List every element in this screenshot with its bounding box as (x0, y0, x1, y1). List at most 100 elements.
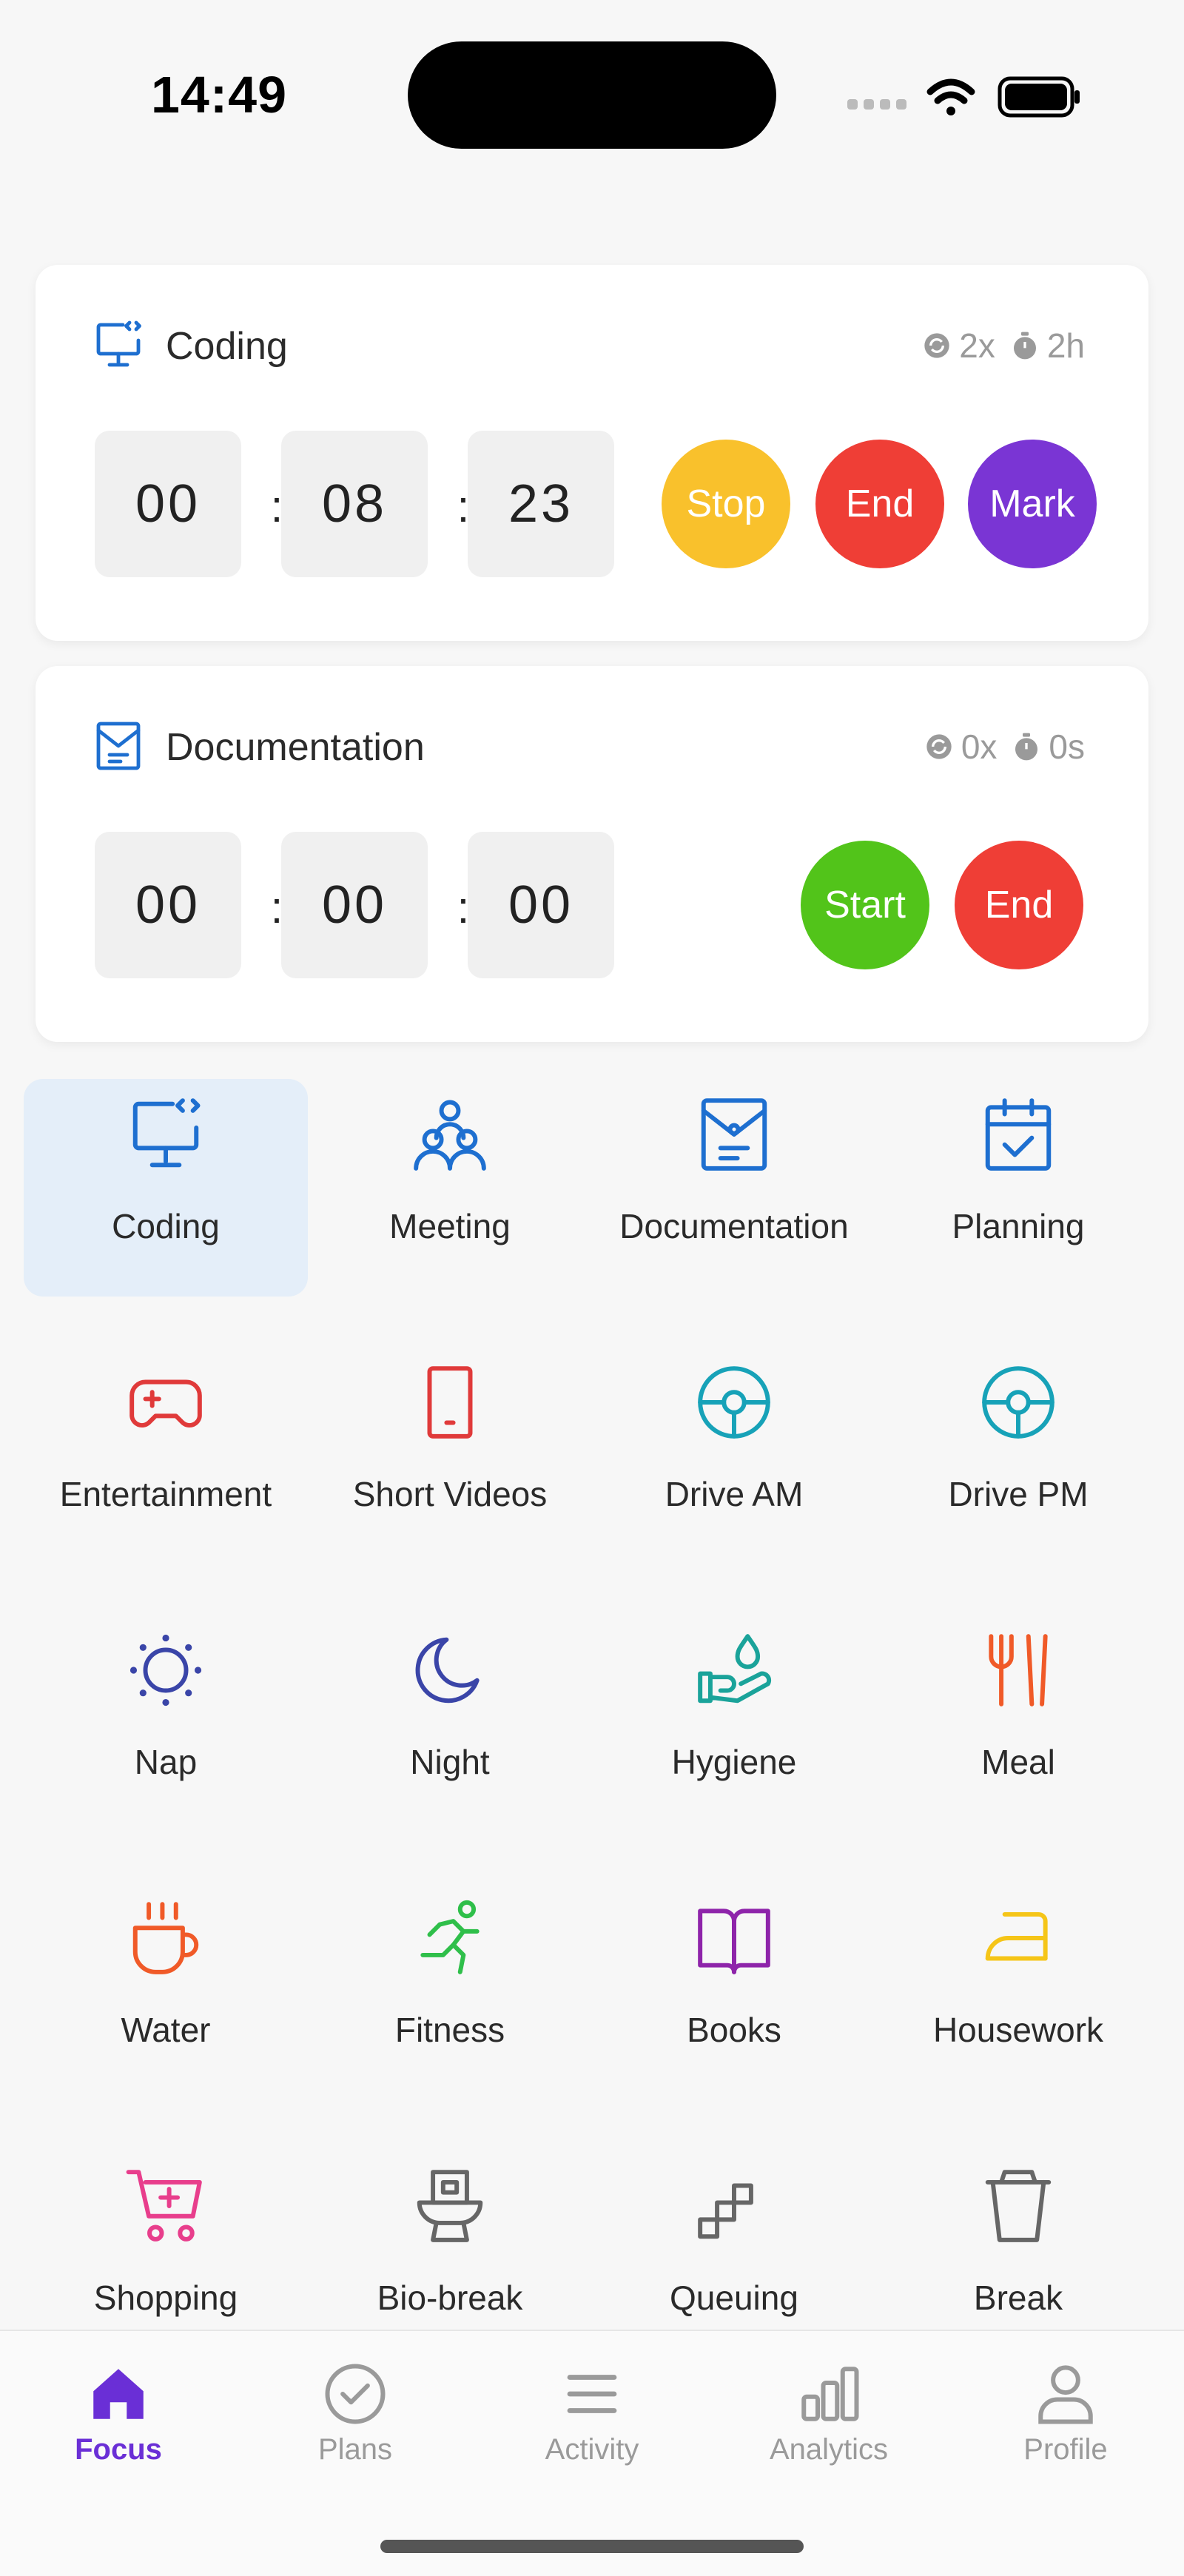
timer-card-documentation: Documentation 0x 0s 00 : 00 : 00 Start E… (36, 666, 1148, 1042)
activity-label: Housework (932, 2011, 1104, 2049)
tab-label: Focus (75, 2433, 162, 2466)
hours-box: 00 (95, 832, 241, 978)
activity-meeting[interactable]: Meeting (308, 1079, 592, 1297)
steering-wheel-icon (698, 1366, 770, 1439)
tab-label: Activity (545, 2433, 639, 2466)
home-icon (93, 2369, 144, 2419)
timer-title: Coding (166, 325, 288, 368)
timer-meta: 0x 0s (924, 727, 1085, 767)
activity-label: Water (121, 2011, 211, 2049)
cup-icon (132, 1902, 199, 1974)
timer-meta: 2x 2h (922, 326, 1085, 366)
stopwatch-icon (1015, 733, 1038, 761)
activity-label: Meal (981, 1743, 1055, 1781)
activity-short-videos[interactable]: Short Videos (308, 1347, 592, 1564)
tab-label: Profile (1023, 2433, 1108, 2466)
activity-label: Fitness (394, 2011, 505, 2049)
iron-icon (985, 1911, 1048, 1961)
repeat-icon (924, 333, 949, 358)
dynamic-island (408, 41, 776, 149)
calendar-check-icon (985, 1098, 1052, 1171)
sun-icon (130, 1634, 202, 1706)
tab-label: Analytics (769, 2433, 889, 2466)
tab-plans[interactable]: Plans (266, 2361, 444, 2466)
end-button[interactable]: End (955, 841, 1083, 969)
activity-drive-pm[interactable]: Drive PM (876, 1347, 1160, 1564)
activity-night[interactable]: Night (308, 1615, 592, 1832)
activity-documentation[interactable]: Documentation (592, 1079, 876, 1297)
activity-label: Drive AM (665, 1475, 804, 1513)
monitor-code-icon (132, 1098, 201, 1168)
activity-label: Night (410, 1743, 490, 1781)
seconds-box: 23 (468, 431, 614, 577)
toilet-icon (417, 2170, 483, 2242)
bar-chart-icon (801, 2367, 859, 2421)
envelope-doc-icon (96, 722, 141, 770)
monitor-code-icon (96, 320, 141, 367)
home-indicator (380, 2540, 804, 2553)
session-count: 2x (959, 326, 995, 365)
phone-icon (427, 1366, 473, 1439)
activity-label: Documentation (619, 1207, 849, 1245)
activity-label: Nap (134, 1743, 198, 1781)
cart-icon (126, 2170, 202, 2242)
people-icon (414, 1100, 486, 1171)
activity-coding[interactable]: Coding (24, 1079, 308, 1297)
activity-fitness[interactable]: Fitness (308, 1883, 592, 2100)
envelope-doc-icon (701, 1098, 767, 1171)
seconds-box: 00 (468, 832, 614, 978)
activity-label: Break (973, 2279, 1063, 2317)
tab-profile[interactable]: Profile (977, 2361, 1154, 2466)
minutes-box: 08 (281, 431, 428, 577)
activity-label: Planning (952, 1207, 1085, 1245)
timer-title: Documentation (166, 726, 425, 769)
tab-focus[interactable]: Focus (30, 2361, 207, 2466)
user-icon (1038, 2365, 1093, 2424)
activity-water[interactable]: Water (24, 1883, 308, 2100)
trash-cup-icon (985, 2170, 1052, 2242)
session-count: 0x (961, 727, 998, 766)
hours-box: 00 (95, 431, 241, 577)
activity-label: Hygiene (671, 1743, 797, 1781)
minutes-box: 00 (281, 832, 428, 978)
total-duration: 0s (1049, 727, 1085, 766)
repeat-icon (926, 734, 952, 759)
activity-label: Shopping (93, 2279, 238, 2317)
activity-meal[interactable]: Meal (876, 1615, 1160, 1832)
activity-housework[interactable]: Housework (876, 1883, 1160, 2100)
stairs-icon (698, 2183, 753, 2239)
mark-button[interactable]: Mark (968, 440, 1097, 568)
tab-label: Plans (317, 2433, 393, 2466)
hand-drop-icon (698, 1634, 772, 1704)
end-button[interactable]: End (815, 440, 944, 568)
status-time: 14:49 (151, 66, 288, 124)
activity-entertainment[interactable]: Entertainment (24, 1347, 308, 1564)
stop-button[interactable]: Stop (662, 440, 790, 568)
activity-label: Short Videos (352, 1475, 548, 1513)
start-button[interactable]: Start (801, 841, 929, 969)
activity-label: Entertainment (59, 1475, 272, 1513)
status-icons (847, 76, 1080, 118)
battery-icon (998, 76, 1080, 118)
activity-label: Drive PM (948, 1475, 1089, 1513)
menu-icon (567, 2375, 617, 2413)
activity-drive-am[interactable]: Drive AM (592, 1347, 876, 1564)
total-duration: 2h (1046, 326, 1085, 365)
wifi-icon (926, 78, 975, 115)
moon-icon (415, 1637, 480, 1704)
book-icon (698, 1909, 770, 1974)
tab-analytics[interactable]: Analytics (740, 2361, 918, 2466)
activity-hygiene[interactable]: Hygiene (592, 1615, 876, 1832)
signal-icon (847, 99, 906, 110)
running-icon (420, 1900, 480, 1974)
activity-label: Bio-break (377, 2279, 523, 2317)
activity-books[interactable]: Books (592, 1883, 876, 2100)
activity-nap[interactable]: Nap (24, 1615, 308, 1832)
activity-label: Coding (112, 1207, 220, 1245)
activity-label: Books (687, 2011, 781, 2049)
check-circle-icon (325, 2364, 386, 2424)
activity-label: Queuing (670, 2279, 798, 2317)
activity-planning[interactable]: Planning (876, 1079, 1160, 1297)
tab-activity[interactable]: Activity (503, 2361, 681, 2466)
fork-chopsticks-icon (989, 1634, 1048, 1706)
